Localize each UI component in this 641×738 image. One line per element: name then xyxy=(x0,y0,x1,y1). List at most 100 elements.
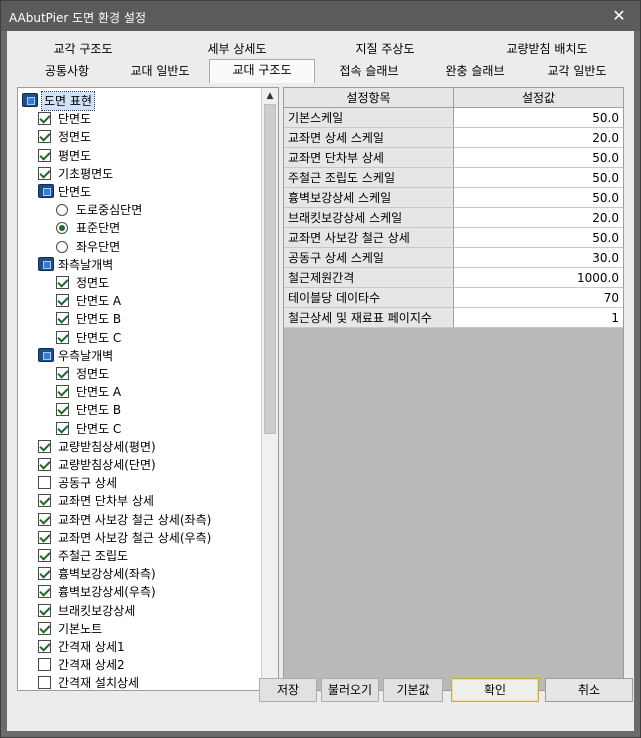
window-title: AAbutPier 도면 환경 설정 xyxy=(9,11,146,25)
checkbox-checked-icon[interactable] xyxy=(56,421,69,435)
tree-item-label: 브래킷보강상세 xyxy=(58,603,136,618)
tab-bearing-layout[interactable]: 교량받침 배치도 xyxy=(487,39,607,59)
setting-value[interactable]: 50.0 xyxy=(454,188,623,208)
tree-item-label: 단면도 B xyxy=(76,312,122,327)
tree-item-label: 교량받침상세(평면) xyxy=(58,439,156,454)
setting-value[interactable]: 20.0 xyxy=(454,128,623,148)
tree-item-label: 흉벽보강상세(우측) xyxy=(58,585,156,600)
tab-approach-slab[interactable]: 접속 슬래브 xyxy=(323,61,415,81)
tree-item-label: 간격재 상세2 xyxy=(58,658,125,673)
setting-value[interactable]: 30.0 xyxy=(454,248,623,268)
setting-value[interactable]: 1000.0 xyxy=(454,268,623,288)
folder-icon xyxy=(22,93,38,107)
checkbox-checked-icon[interactable] xyxy=(56,330,69,344)
tab-abutment-general[interactable]: 교대 일반도 xyxy=(111,61,209,81)
setting-value[interactable]: 50.0 xyxy=(454,108,623,128)
grid-row: 브래킷보강상세 스케일 20.0 xyxy=(284,208,623,228)
tab-row-1: 교각 구조도 세부 상세도 지질 주상도 교량받침 배치도 xyxy=(7,39,634,59)
grid-header: 설정항목 설정값 xyxy=(284,88,623,108)
checkbox-unchecked-icon[interactable] xyxy=(38,658,51,672)
tree-item-label: 평면도 xyxy=(58,148,92,163)
checkbox-checked-icon[interactable] xyxy=(38,640,51,653)
setting-name: 공동구 상세 스케일 xyxy=(284,248,454,268)
checkbox-checked-icon[interactable] xyxy=(56,294,69,308)
dialog-window: AAbutPier 도면 환경 설정 ✕ 교각 구조도 세부 상세도 지질 주상… xyxy=(0,0,641,738)
checkbox-checked-icon[interactable] xyxy=(38,621,51,635)
title-bar[interactable]: AAbutPier 도면 환경 설정 ✕ xyxy=(1,1,640,31)
tree-scrollbar[interactable]: ▲ ▼ xyxy=(261,88,278,690)
setting-name: 브래킷보강상세 스케일 xyxy=(284,208,454,228)
setting-value[interactable]: 50.0 xyxy=(454,148,623,168)
tree-item-label: 좌우단면 xyxy=(76,239,121,254)
grid-row: 교좌면 사보강 철근 상세 50.0 xyxy=(284,228,623,248)
setting-value[interactable]: 20.0 xyxy=(454,208,623,228)
checkbox-checked-icon[interactable] xyxy=(38,585,51,599)
setting-name: 교좌면 단차부 상세 xyxy=(284,148,454,168)
checkbox-checked-icon[interactable] xyxy=(56,385,69,399)
close-icon[interactable]: ✕ xyxy=(605,5,633,27)
tab-row-2: 공통사항 교대 일반도 교대 구조도 접속 슬래브 완충 슬래브 교각 일반도 xyxy=(7,59,634,83)
grid-row: 기본스케일 50.0 xyxy=(284,108,623,128)
radio-selected-icon[interactable] xyxy=(56,222,68,235)
checkbox-checked-icon[interactable] xyxy=(38,603,51,617)
scroll-up-icon[interactable]: ▲ xyxy=(262,88,278,104)
checkbox-checked-icon[interactable] xyxy=(38,166,51,180)
radio-unselected-icon[interactable] xyxy=(56,240,68,253)
tree-item-label: 단면도 xyxy=(58,185,92,199)
checkbox-checked-icon[interactable] xyxy=(38,567,51,581)
grid-row: 교좌면 상세 스케일 20.0 xyxy=(284,128,623,148)
checkbox-checked-icon[interactable] xyxy=(38,458,51,471)
tab-pier-general[interactable]: 교각 일반도 xyxy=(531,61,623,81)
checkbox-checked-icon[interactable] xyxy=(38,530,51,544)
checkbox-unchecked-icon[interactable] xyxy=(38,676,51,690)
checkbox-checked-icon[interactable] xyxy=(56,276,69,289)
tab-common[interactable]: 공통사항 xyxy=(27,61,107,81)
tree-item-label: 도로중심단면 xyxy=(76,203,143,218)
grid-row: 교좌면 단차부 상세 50.0 xyxy=(284,148,623,168)
grid-row: 테이블당 데이타수 70 xyxy=(284,288,623,308)
tree-item-label: 주철근 조립도 xyxy=(58,549,129,563)
grid-row: 공동구 상세 스케일 30.0 xyxy=(284,248,623,268)
setting-value[interactable]: 50.0 xyxy=(454,168,623,188)
checkbox-checked-icon[interactable] xyxy=(38,549,51,562)
tab-pier-structure[interactable]: 교각 구조도 xyxy=(33,39,133,59)
folder-icon xyxy=(38,256,54,271)
default-button[interactable]: 기본값 xyxy=(383,678,443,702)
tab-geology[interactable]: 지질 주상도 xyxy=(335,39,435,59)
setting-name: 흉벽보강상세 스케일 xyxy=(284,188,454,208)
checkbox-checked-icon[interactable] xyxy=(56,367,69,380)
tree-item-label: 기본노트 xyxy=(58,621,103,636)
load-button[interactable]: 불러오기 xyxy=(321,678,379,702)
header-setting-item: 설정항목 xyxy=(284,88,454,108)
checkbox-unchecked-icon[interactable] xyxy=(38,476,51,490)
header-setting-value: 설정값 xyxy=(521,91,556,105)
tree-item-label: 단면도 A xyxy=(76,294,122,309)
scroll-thumb[interactable] xyxy=(264,104,276,434)
tree-item-label: 우측날개벽 xyxy=(58,348,114,363)
tree-item-label: 정면도 xyxy=(58,130,92,145)
setting-name: 철근제원간격 xyxy=(284,268,454,288)
grid-row: 철근제원간격 1000.0 xyxy=(284,268,623,288)
checkbox-checked-icon[interactable] xyxy=(38,494,51,508)
radio-unselected-icon[interactable] xyxy=(56,204,68,217)
checkbox-checked-icon[interactable] xyxy=(38,512,51,526)
checkbox-checked-icon[interactable] xyxy=(38,130,51,144)
tree-item-label: 단면도 C xyxy=(76,421,122,436)
setting-value[interactable]: 50.0 xyxy=(454,228,623,248)
tree-item-label: 간격재 설치상세 xyxy=(58,676,140,691)
checkbox-checked-icon[interactable] xyxy=(56,403,69,417)
tab-detail[interactable]: 세부 상세도 xyxy=(187,39,287,59)
tab-buffer-slab[interactable]: 완충 슬래브 xyxy=(425,61,525,81)
checkbox-checked-icon[interactable] xyxy=(56,312,69,326)
tab-abutment-structure[interactable]: 교대 구조도 xyxy=(209,59,315,83)
ok-button[interactable]: 확인 xyxy=(451,678,539,702)
save-button[interactable]: 저장 xyxy=(259,678,317,702)
setting-value[interactable]: 1 xyxy=(454,308,623,328)
cancel-button[interactable]: 취소 xyxy=(545,678,633,702)
checkbox-checked-icon[interactable] xyxy=(38,148,51,162)
drawing-options-tree: 도면 표현 단면도 정면도 평면도 기초평면도 단면도 도로중심단면 표준단면 좌우단면 좌측날개… xyxy=(17,87,279,691)
folder-icon xyxy=(38,347,54,362)
checkbox-checked-icon[interactable] xyxy=(38,112,51,126)
setting-value[interactable]: 70 xyxy=(454,288,623,308)
checkbox-checked-icon[interactable] xyxy=(38,439,51,453)
